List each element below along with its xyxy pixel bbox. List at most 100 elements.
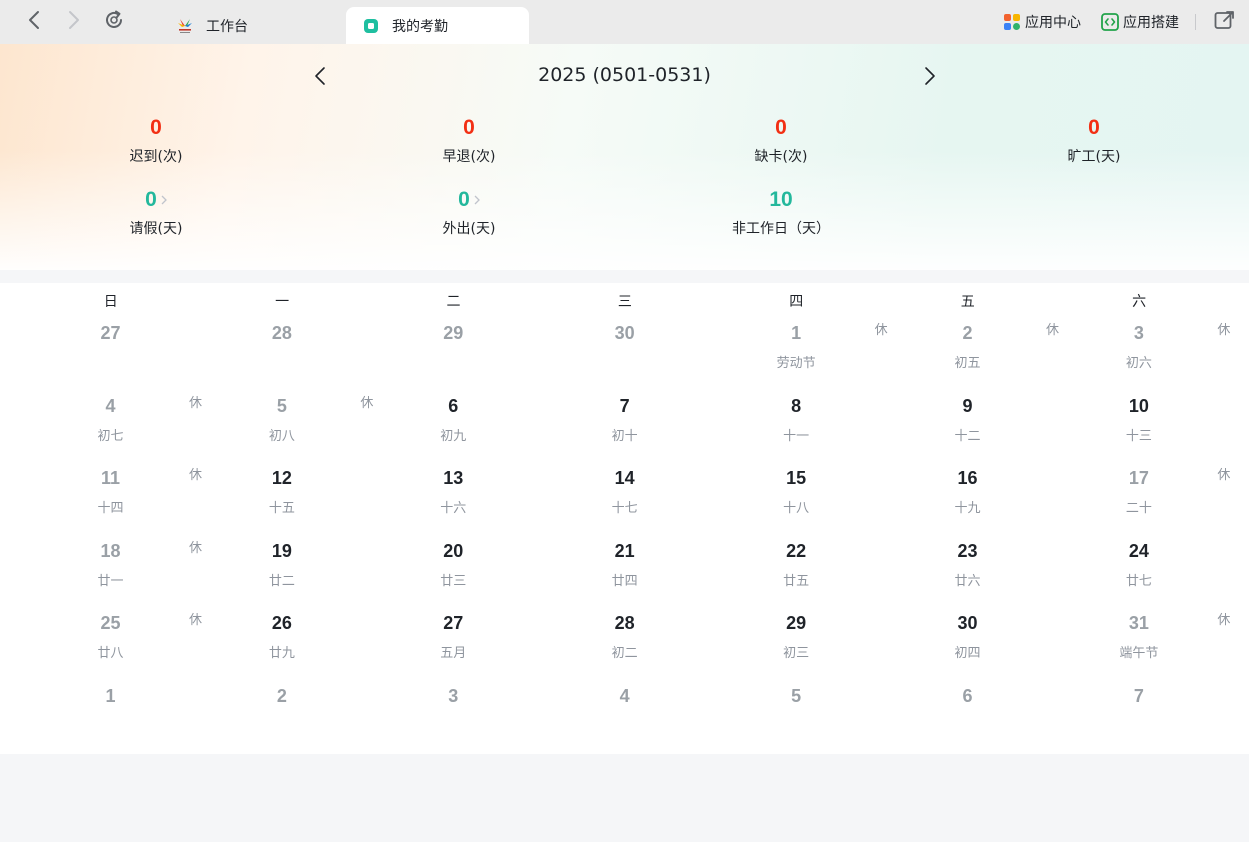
refresh-button[interactable] (102, 10, 126, 34)
calendar-day-cell[interactable]: 27 五月 (368, 573, 539, 661)
day-number: 8 (791, 395, 802, 416)
chevron-right-icon (474, 195, 480, 205)
app-builder-button[interactable]: 应用搭建 (1101, 12, 1179, 32)
day-number: 29 (443, 323, 464, 343)
stat-value: 0 (145, 188, 157, 211)
calendar-day-cell[interactable]: 30 (539, 283, 710, 355)
forward-button[interactable] (62, 10, 86, 34)
calendar-day-cell[interactable]: 7 初十 (539, 356, 710, 444)
calendar-day-cell[interactable]: 2 (196, 646, 367, 718)
calendar-day-cell[interactable]: 8 十一 (711, 356, 882, 444)
day-number: 23 (957, 540, 978, 561)
calendar-day-cell[interactable]: 2 初五休 (882, 283, 1059, 371)
calendar-day-cell[interactable]: 10 十三 (1053, 356, 1224, 444)
stat-label: 旷工(天) (1067, 149, 1121, 165)
calendar-day-cell[interactable]: 20 廿三 (368, 501, 539, 589)
tab-my-attendance[interactable]: 我的考勤 (346, 7, 529, 44)
calendar-day-cell[interactable]: 5 初八休 (196, 356, 374, 444)
calendar-day-cell[interactable]: 13 十六 (368, 428, 539, 516)
calendar-day-cell[interactable]: 31 端午节休 (1053, 573, 1230, 661)
app-center-button[interactable]: 应用中心 (1003, 12, 1081, 32)
calendar-day-cell[interactable]: 6 (882, 646, 1053, 718)
day-number: 27 (443, 613, 464, 633)
calendar-day-cell[interactable]: 9 十二 (882, 356, 1053, 444)
calendar-day-cell[interactable]: 15 十八 (711, 428, 882, 516)
next-period-button[interactable] (919, 66, 941, 90)
app-grid-icon (1003, 13, 1021, 31)
calendar-day-cell[interactable]: 12 十五 (196, 428, 367, 516)
divider (1195, 14, 1196, 30)
day-number: 7 (1133, 685, 1144, 706)
calendar-day-cell[interactable]: 23 廿六 (882, 501, 1053, 589)
stat-leave[interactable]: 0 请假(天) (76, 188, 236, 238)
tab-workbench[interactable]: 工作台 (170, 7, 340, 44)
day-number: 4 (105, 395, 116, 416)
day-number: 3 (1133, 323, 1144, 343)
stat-label: 非工作日（天） (732, 221, 830, 237)
calendar-day-cell[interactable]: 21 廿四 (539, 501, 710, 589)
day-number: 24 (1128, 540, 1149, 561)
day-number: 21 (614, 540, 635, 561)
rest-day-badge: 休 (1217, 323, 1231, 338)
calendar-day-cell[interactable]: 29 (368, 283, 539, 355)
open-external-button[interactable] (1214, 10, 1236, 34)
stat-absent: 0 旷工(天) (1014, 116, 1174, 166)
calendar-day-cell[interactable]: 30 初四 (882, 573, 1053, 661)
stat-value: 0 (463, 116, 475, 139)
stat-label: 请假(天) (129, 221, 183, 237)
calendar-day-cell[interactable]: 1 劳动节休 (711, 283, 888, 371)
app-builder-label: 应用搭建 (1123, 15, 1179, 31)
day-number: 28 (614, 613, 635, 633)
day-number: 2 (276, 685, 287, 706)
calendar-day-cell[interactable]: 3 初六休 (1053, 283, 1231, 371)
code-icon (1101, 13, 1119, 31)
calendar-day-cell[interactable]: 5 (711, 646, 882, 718)
calendar-day-cell[interactable]: 3 (368, 646, 539, 718)
calendar-day-cell[interactable]: 24 廿七 (1053, 501, 1224, 589)
calendar-day-cell[interactable]: 25 廿八休 (25, 573, 202, 661)
calendar-day-cell[interactable]: 19 廿二 (196, 501, 367, 589)
calendar-day-cell[interactable]: 28 初二 (539, 573, 710, 661)
calendar-day-cell[interactable]: 4 (539, 646, 710, 718)
stat-value-wrap: 0 (145, 188, 167, 212)
day-number: 2 (962, 323, 973, 343)
external-link-icon (1214, 10, 1236, 34)
calendar-day-cell[interactable]: 16 十九 (882, 428, 1053, 516)
calendar-day-cell[interactable]: 26 廿九 (196, 573, 367, 661)
calendar-day-cell[interactable]: 27 (25, 283, 196, 355)
calendar-day-cell[interactable]: 7 (1053, 646, 1224, 718)
stat-label: 迟到(次) (129, 149, 183, 165)
day-number: 30 (614, 323, 635, 343)
stat-early-leave: 0 早退(次) (389, 116, 549, 166)
calendar-day-cell[interactable]: 4 初七休 (25, 356, 202, 444)
day-number: 26 (271, 613, 292, 633)
calendar-day-cell[interactable]: 17 二十休 (1053, 428, 1231, 516)
day-number: 27 (100, 323, 121, 343)
stat-value: 0 (458, 188, 470, 211)
day-number: 31 (1128, 613, 1149, 633)
calendar-day-cell[interactable]: 28 (196, 283, 367, 355)
calendar-day-cell[interactable]: 11 十四休 (25, 428, 202, 516)
stat-value: 10 (769, 188, 793, 211)
attendance-app-icon (362, 17, 380, 35)
day-number: 1 (105, 685, 116, 706)
calendar-day-cell[interactable]: 22 廿五 (711, 501, 882, 589)
calendar-day-cell[interactable]: 6 初九 (368, 356, 539, 444)
day-number: 16 (957, 468, 978, 488)
calendar-day-cell[interactable]: 18 廿一休 (25, 501, 202, 589)
day-number: 18 (100, 540, 121, 561)
calendar-day-cell[interactable]: 1 (25, 646, 196, 718)
calendar-day-cell[interactable]: 29 初三 (711, 573, 882, 661)
calendar-day-cell[interactable]: 14 十七 (539, 428, 710, 516)
stat-out[interactable]: 0 外出(天) (389, 188, 549, 238)
stat-missed-punch: 0 缺卡(次) (701, 116, 861, 166)
day-number: 5 (791, 685, 802, 706)
day-number: 19 (271, 540, 292, 561)
day-number: 6 (962, 685, 973, 706)
workbench-logo-icon (176, 17, 194, 35)
stat-label: 早退(次) (442, 149, 496, 165)
stat-value: 0 (150, 116, 162, 139)
day-number: 14 (614, 468, 635, 488)
back-button[interactable] (22, 10, 46, 34)
app-center-label: 应用中心 (1025, 15, 1081, 31)
